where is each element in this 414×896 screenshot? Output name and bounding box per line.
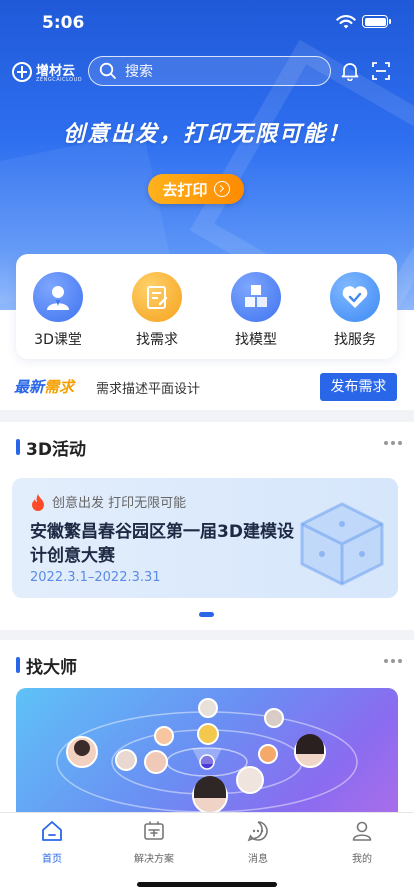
home-indicator <box>137 882 277 887</box>
banner-date: 2022.3.1–2022.3.31 <box>30 570 161 585</box>
go-print-label: 去打印 <box>162 180 208 199</box>
service-label: 3D课堂 <box>34 332 82 348</box>
scan-icon[interactable] <box>371 61 391 81</box>
status-time: 5:06 <box>42 13 85 33</box>
tab-label: 解决方案 <box>134 854 174 865</box>
masters-section: 找大师 <box>0 640 414 815</box>
avatar <box>264 708 284 728</box>
tag-part-demand: 需求 <box>44 378 75 396</box>
service-label: 找服务 <box>334 332 376 348</box>
service-find-model[interactable]: 找模型 <box>216 272 296 349</box>
publish-demand-button[interactable]: 发布需求 <box>320 373 397 401</box>
profile-icon <box>352 821 372 841</box>
avatar <box>115 749 137 771</box>
banner-subtitle-text: 创意出发 打印无限可能 <box>52 496 187 511</box>
latest-demand-row: 最新需求 需求描述平面设计 发布需求 <box>0 368 414 406</box>
banner-title: 安徽繁昌春谷园区第一届3D建模设计创意大赛 <box>30 522 294 566</box>
service-find-demand[interactable]: 找需求 <box>117 272 197 349</box>
avatar <box>144 750 168 774</box>
logo-subtitle: ZENGCAICLOUD <box>36 77 83 83</box>
tab-home[interactable]: 首页 <box>12 819 92 865</box>
home-icon <box>42 821 62 841</box>
avatar <box>294 734 326 768</box>
tab-label: 消息 <box>248 854 268 865</box>
avatar <box>197 723 219 745</box>
service-find-service[interactable]: 找服务 <box>315 272 395 349</box>
arrow-right-icon <box>213 181 230 197</box>
hero-slogan: 创意出发，打印无限可能！ <box>62 121 351 147</box>
battery-icon <box>362 15 391 28</box>
bell-icon[interactable] <box>340 61 360 81</box>
teacher-icon <box>33 272 83 322</box>
service-label: 找需求 <box>136 332 178 348</box>
avatar <box>66 736 98 768</box>
avatar <box>154 726 174 746</box>
section-title: 找大师 <box>16 654 77 678</box>
demand-description[interactable]: 需求描述平面设计 <box>96 378 200 397</box>
app-logo: 增材云 ZENGCAICLOUD <box>12 59 82 85</box>
search-input[interactable]: 搜索 <box>88 56 331 86</box>
notepad-icon <box>132 272 182 322</box>
cubes-icon <box>231 272 281 322</box>
search-icon <box>99 62 116 79</box>
banner-subtitle: 创意出发 打印无限可能 <box>30 492 186 511</box>
title-accent-bar <box>16 657 20 673</box>
more-icon[interactable] <box>384 440 402 446</box>
tab-label: 我的 <box>352 854 372 865</box>
title-accent-bar <box>16 439 20 455</box>
top-bar: 增材云 ZENGCAICLOUD 搜索 <box>0 52 414 90</box>
wifi-icon <box>336 15 356 29</box>
go-print-button[interactable]: 去打印 <box>148 174 244 204</box>
tag-part-latest: 最新 <box>14 378 45 396</box>
tab-solutions[interactable]: 解决方案 <box>114 819 194 865</box>
masters-banner[interactable] <box>16 688 398 815</box>
service-3d-class[interactable]: 3D课堂 <box>18 272 98 349</box>
tab-profile[interactable]: 我的 <box>322 819 402 865</box>
cube-illustration <box>300 502 384 586</box>
service-card: 3D课堂 找需求 找模型 找服务 <box>16 254 397 359</box>
avatar <box>258 744 278 764</box>
activity-section: 3D活动 创意出发 打印无限可能 安徽繁昌春谷园区第一届3D建模设计创意大赛 2… <box>0 422 414 630</box>
masters-network-illustration <box>56 698 358 814</box>
section-title-text: 3D活动 <box>26 439 86 460</box>
latest-demand-tag: 最新需求 <box>14 376 74 397</box>
logo-mark-icon <box>12 62 32 82</box>
section-title-text: 找大师 <box>26 657 77 678</box>
carousel-indicator <box>199 612 214 617</box>
avatar <box>236 766 264 794</box>
avatar <box>198 698 218 718</box>
more-icon[interactable] <box>384 658 402 664</box>
tab-label: 首页 <box>42 854 62 865</box>
fire-icon <box>32 493 44 511</box>
status-bar: 5:06 <box>0 0 414 46</box>
heart-icon <box>330 272 380 322</box>
solution-icon <box>144 821 164 840</box>
service-label: 找模型 <box>235 332 277 348</box>
search-placeholder: 搜索 <box>125 64 153 80</box>
tab-messages[interactable]: 消息 <box>218 819 298 865</box>
message-icon <box>247 821 268 842</box>
activity-banner[interactable]: 创意出发 打印无限可能 安徽繁昌春谷园区第一届3D建模设计创意大赛 2022.3… <box>12 478 398 598</box>
avatar <box>192 776 228 814</box>
section-title: 3D活动 <box>16 436 86 460</box>
